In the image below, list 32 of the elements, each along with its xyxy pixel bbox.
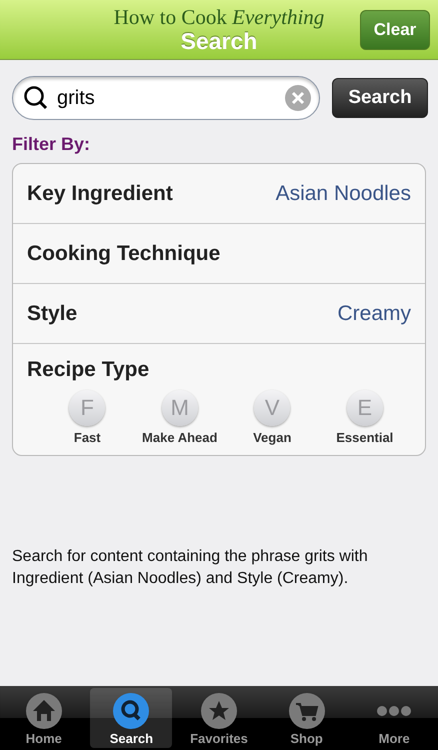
search-bar[interactable]: grits (12, 76, 320, 120)
tab[interactable]: Search (90, 688, 172, 748)
search-button[interactable]: Search (332, 78, 428, 118)
filter-label: Style (27, 302, 78, 326)
search-icon (113, 693, 150, 729)
filter-heading: Filter By: (11, 133, 92, 156)
app-logo-text: How to Cook Everything (114, 6, 324, 28)
filter-row[interactable]: Cooking Technique (13, 224, 425, 284)
filter-row[interactable]: Key Ingredient Asian Noodles (13, 164, 425, 224)
recipe-type-label: Essential (336, 430, 394, 445)
search-description: Search for content containing the phrase grits with Ingredient (Asian Noodles) and Style (Creamy). (12, 547, 369, 589)
filter-row[interactable]: Style Creamy (13, 284, 425, 344)
cart-icon (288, 693, 325, 729)
filter-label: Cooking Technique (27, 242, 220, 266)
filter-label: Key Ingredient (27, 182, 173, 206)
recipe-type-label: Fast (74, 430, 101, 445)
tab[interactable]: Favorites (178, 688, 260, 748)
search-field[interactable]: grits (55, 86, 279, 110)
tab[interactable]: Shop (266, 688, 348, 748)
recipe-type-label: Vegan (253, 430, 292, 445)
filter-value: Asian Noodles (276, 182, 411, 206)
filter-label: Recipe Type (27, 358, 150, 382)
tab[interactable]: Home (2, 688, 85, 748)
clear-icon[interactable] (285, 85, 311, 111)
clear-button[interactable]: Clear (360, 10, 430, 50)
filter-value: Creamy (337, 302, 411, 326)
more-icon (377, 706, 412, 716)
home-icon (26, 693, 62, 729)
tab[interactable]: More (353, 688, 436, 748)
recipe-type-label: Make Ahead (142, 430, 218, 445)
search-icon (23, 85, 49, 111)
screen-title: Search (180, 28, 258, 54)
